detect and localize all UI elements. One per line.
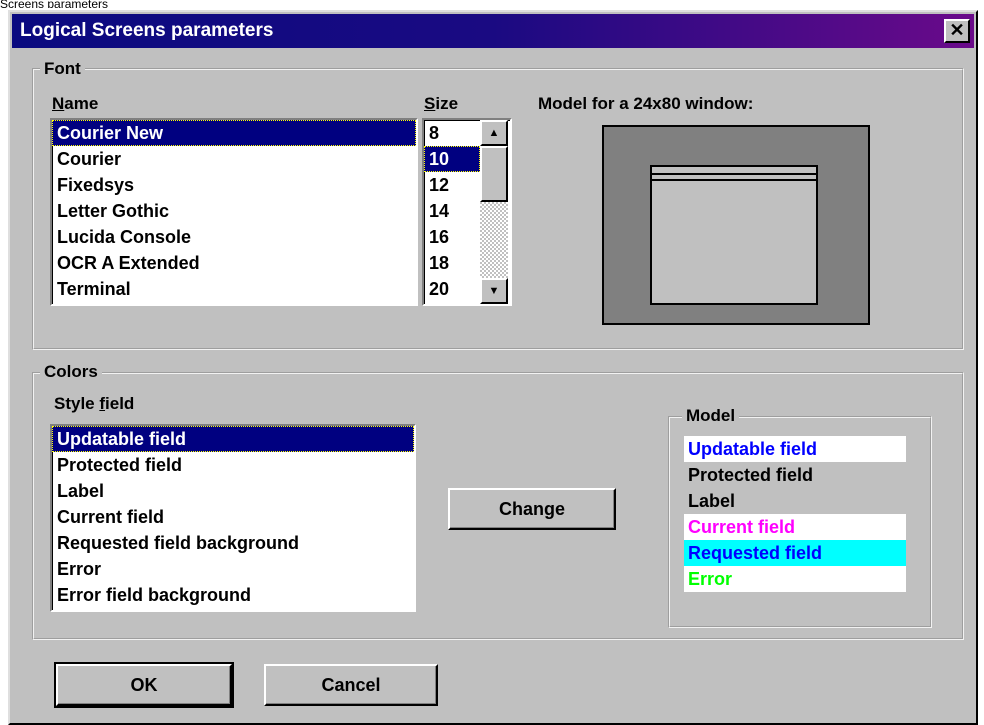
font-model-window (650, 165, 818, 305)
style-field-list-item[interactable]: Requested field background (52, 530, 414, 556)
color-model-row: Updatable field (684, 436, 906, 462)
style-field-list-item[interactable]: Label (52, 478, 414, 504)
close-button[interactable]: ✕ (944, 19, 970, 43)
change-button[interactable]: Change (448, 488, 616, 530)
font-name-listbox[interactable]: Courier New Courier Fixedsys Letter Gothic L… (50, 118, 418, 306)
font-model-label: Model for a 24x80 window: (538, 94, 754, 113)
style-field-listbox[interactable]: Updatable field Protected field Label Curre… (50, 424, 416, 612)
font-size-list-item[interactable]: 12 (424, 172, 480, 198)
color-model-row: Protected field (684, 462, 906, 488)
scroll-up-button[interactable]: ▲ (480, 120, 508, 146)
font-size-list-item[interactable]: 14 (424, 198, 480, 224)
font-model-preview (602, 125, 870, 325)
color-model-row: Label (684, 488, 906, 514)
close-icon: ✕ (949, 20, 965, 40)
font-name-list-item[interactable]: Letter Gothic (52, 198, 416, 224)
font-name-list-item[interactable]: OCR A Extended (52, 250, 416, 276)
style-field-list-item[interactable]: Protected field (52, 452, 414, 478)
font-size-label: Size (424, 94, 459, 113)
title-bar[interactable]: Logical Screens parameters ✕ (12, 14, 974, 48)
font-name-list-item[interactable]: Courier (52, 146, 416, 172)
scroll-down-button[interactable]: ▼ (480, 278, 508, 304)
color-model-preview: Updatable field Protected field Label Curre… (684, 436, 908, 596)
style-field-list-item[interactable]: Updatable field (52, 426, 414, 452)
color-model-label: Model (682, 406, 740, 426)
color-model-row: Current field (684, 514, 906, 540)
style-field-list-item[interactable]: Current field (52, 504, 414, 530)
style-field-list-item[interactable]: Error field background (52, 582, 414, 608)
font-size-list-item[interactable]: 18 (424, 250, 480, 276)
background-window-caption: Screens parameters (0, 0, 984, 8)
font-size-list-item[interactable]: 8 (424, 120, 480, 146)
font-size-list-item[interactable]: 16 (424, 224, 480, 250)
font-size-list-item[interactable]: 10 (424, 146, 480, 172)
font-name-list-item[interactable]: Fixedsys (52, 172, 416, 198)
scroll-down-arrow-icon: ▼ (488, 285, 500, 297)
font-name-label: Name (52, 94, 99, 113)
scroll-thumb[interactable] (480, 146, 508, 202)
scroll-up-arrow-icon: ▲ (488, 127, 500, 139)
ok-button[interactable]: OK (54, 662, 234, 708)
font-name-list-item[interactable]: Courier New (52, 120, 416, 146)
font-name-list-item[interactable]: Terminal (52, 276, 416, 302)
font-group-label: Font (40, 59, 85, 79)
color-model-row: Requested field (684, 540, 906, 566)
font-size-listbox[interactable]: 8 10 12 14 16 18 20 ▲ ▼ (422, 118, 512, 306)
colors-group-label: Colors (40, 362, 102, 382)
color-model-row: Error (684, 566, 906, 592)
cancel-button[interactable]: Cancel (264, 664, 438, 706)
style-field-list-item[interactable]: Error (52, 556, 414, 582)
font-size-list-item[interactable]: 20 (424, 276, 480, 302)
font-name-list-item[interactable]: Lucida Console (52, 224, 416, 250)
dialog-title: Logical Screens parameters (20, 20, 274, 41)
font-size-scrollbar[interactable]: ▲ ▼ (480, 120, 508, 304)
style-field-label: Style field (54, 394, 135, 413)
logical-screens-parameters-dialog: Logical Screens parameters ✕ Font Name S… (8, 10, 978, 725)
